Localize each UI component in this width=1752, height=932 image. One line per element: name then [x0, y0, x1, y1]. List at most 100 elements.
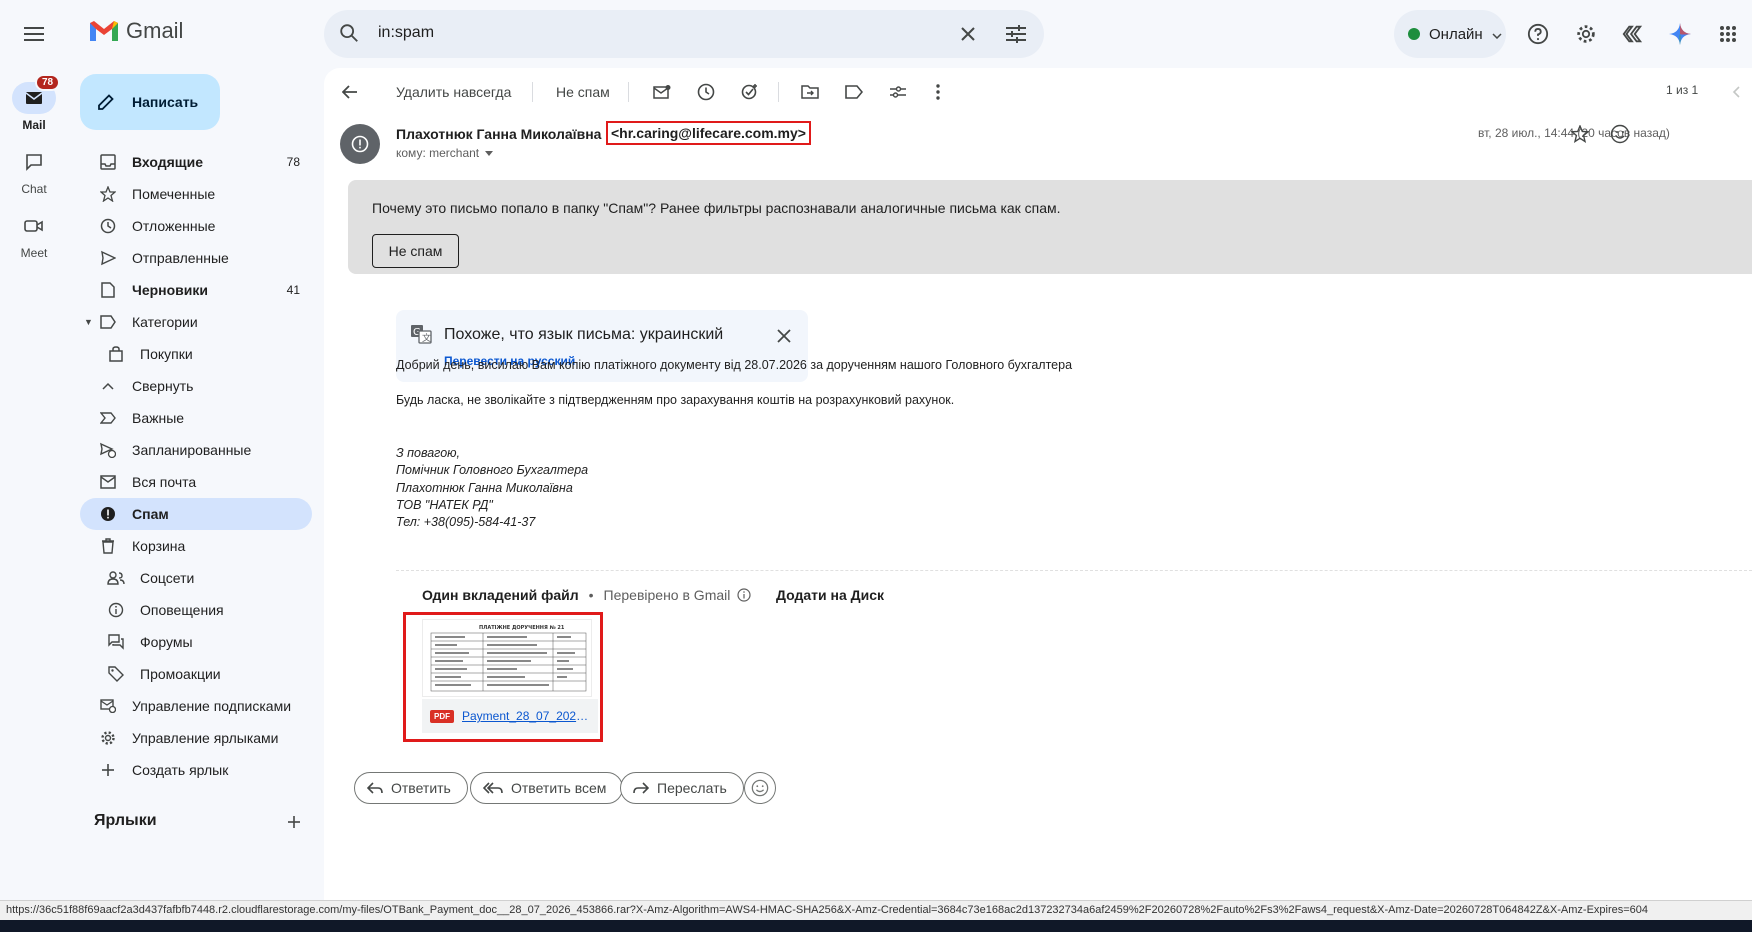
reply-button[interactable]: Ответить	[354, 772, 468, 804]
plus-icon	[98, 760, 118, 780]
send-icon	[98, 248, 118, 268]
gear-icon	[98, 728, 118, 748]
attachment-card[interactable]: ПЛАТІЖНЕ ДОРУЧЕННЯ № 21 PDF Payment_28_0…	[403, 612, 603, 742]
nav-item-purchases[interactable]: Покупки	[80, 338, 312, 370]
separator-dot: •	[588, 587, 594, 603]
gmail-logo-icon	[90, 21, 118, 41]
settings-gear-icon[interactable]	[1570, 18, 1602, 50]
os-taskbar	[0, 920, 1752, 932]
apps-extension-icon[interactable]	[1616, 18, 1648, 50]
online-status-dot	[1408, 28, 1420, 40]
important-icon	[98, 408, 118, 428]
add-label-plus-icon[interactable]	[283, 811, 305, 833]
compose-button[interactable]: Написать	[80, 74, 220, 130]
caret-down-icon[interactable]: ▼	[84, 317, 93, 327]
document-thumbnail: ПЛАТІЖНЕ ДОРУЧЕННЯ № 21	[430, 625, 587, 692]
search-bar[interactable]: in:spam	[324, 10, 1044, 58]
body-paragraph-2: Будь ласка, не зволікайте з підтвердженн…	[396, 393, 955, 407]
nav-item-sent[interactable]: Отправленные	[80, 242, 312, 274]
gmail-logo[interactable]: Gmail	[88, 18, 183, 44]
forward-arrow-icon	[633, 782, 649, 794]
nav-item-categories[interactable]: ▼ Категории	[80, 306, 312, 338]
thumbnail-title: ПЛАТІЖНЕ ДОРУЧЕННЯ № 21	[479, 625, 565, 631]
rail-mail-label: Mail	[22, 118, 46, 132]
nav-label: Свернуть	[132, 378, 194, 394]
attachment-footer[interactable]: PDF Payment_28_07_2026...	[422, 699, 598, 733]
nav-item-manage-subscriptions[interactable]: Управление подписками	[80, 690, 312, 722]
nav-item-social[interactable]: Соцсети	[80, 562, 312, 594]
nav-item-forums[interactable]: Форумы	[80, 626, 312, 658]
chevron-down-icon	[1492, 26, 1502, 42]
help-icon[interactable]	[1522, 18, 1554, 50]
nav-item-collapse[interactable]: Свернуть	[80, 370, 312, 402]
move-to-folder-icon[interactable]	[798, 80, 822, 104]
spam-reason-text: Почему это письмо попало в папку "Спам"?…	[372, 200, 1061, 216]
nav-item-promotions[interactable]: Промоакции	[80, 658, 312, 690]
label-tag-icon[interactable]	[842, 80, 866, 104]
more-vertical-icon[interactable]	[928, 80, 948, 104]
rail-chat[interactable]: Chat	[0, 146, 68, 196]
details-dropdown-icon[interactable]	[485, 150, 494, 156]
nav-label: Вся почта	[132, 474, 197, 490]
search-icon[interactable]	[338, 22, 360, 47]
nav-item-all-mail[interactable]: Вся почта	[80, 466, 312, 498]
nav-count: 41	[286, 283, 300, 297]
search-input[interactable]: in:spam	[378, 24, 434, 42]
emoji-react-icon[interactable]	[744, 772, 776, 804]
nav-label: Спам	[132, 506, 169, 522]
translate-title: Похоже, что язык письма: украинский	[444, 326, 724, 343]
nav-label: Корзина	[132, 538, 186, 554]
nav-label: Соцсети	[140, 570, 195, 586]
compose-label: Написать	[132, 94, 199, 110]
nav-item-starred[interactable]: Помеченные	[80, 178, 312, 210]
sender-name[interactable]: Плахотнюк Ганна Миколаївна	[396, 126, 601, 142]
close-icon[interactable]	[772, 324, 796, 348]
recipient-line[interactable]: кому: merchant	[396, 146, 494, 160]
nav-item-snoozed[interactable]: Отложенные	[80, 210, 312, 242]
reply-all-button[interactable]: Ответить всем	[470, 772, 624, 804]
nav-item-manage-labels[interactable]: Управление ярлыками	[80, 722, 312, 754]
nav-label: Форумы	[140, 634, 193, 650]
nav-label: Категории	[132, 314, 198, 330]
star-message-icon[interactable]	[1568, 122, 1592, 146]
snooze-clock-icon[interactable]	[694, 80, 718, 104]
nav-item-important[interactable]: Важные	[80, 402, 312, 434]
emoji-reaction-icon[interactable]	[1608, 122, 1632, 146]
nav-item-scheduled[interactable]: Запланированные	[80, 434, 312, 466]
add-to-drive-button[interactable]: Додати на Диск	[776, 587, 884, 603]
nav-item-drafts[interactable]: Черновики 41	[80, 274, 312, 306]
mark-unread-icon[interactable]	[650, 80, 674, 104]
attachment-file-name[interactable]: Payment_28_07_2026...	[462, 709, 592, 723]
attachment-preview: ПЛАТІЖНЕ ДОРУЧЕННЯ № 21	[422, 619, 592, 697]
add-to-tasks-icon[interactable]	[738, 80, 762, 104]
clear-search-icon[interactable]	[956, 22, 980, 46]
not-spam-button[interactable]: Не спам	[372, 234, 459, 268]
chat-icon	[26, 154, 42, 171]
not-spam-toolbar-button[interactable]: Не спам	[556, 80, 610, 104]
signature-line: Плахотнюк Ганна Миколаївна	[396, 481, 573, 495]
main-menu-icon[interactable]	[17, 17, 51, 51]
nav-label: Помеченные	[132, 186, 216, 202]
pencil-icon	[98, 94, 114, 110]
nav-item-trash[interactable]: Корзина	[80, 530, 312, 562]
info-icon[interactable]	[737, 588, 751, 602]
labels-section-title: Ярлыки	[94, 812, 157, 829]
filter-messages-icon[interactable]	[886, 80, 910, 104]
gemini-sparkle-icon[interactable]	[1664, 18, 1696, 50]
nav-item-inbox[interactable]: Входящие 78	[80, 146, 312, 178]
status-selector[interactable]: Онлайн	[1394, 10, 1506, 58]
nav-item-updates[interactable]: Оповещения	[80, 594, 312, 626]
delete-forever-button[interactable]: Удалить навсегда	[396, 80, 511, 104]
previous-chevron-icon[interactable]	[1724, 80, 1748, 104]
shopping-bag-icon	[106, 344, 126, 364]
nav-label: Важные	[132, 410, 185, 426]
sender-email[interactable]: <hr.caring@lifecare.com.my>	[606, 121, 811, 145]
nav-item-create-label[interactable]: Создать ярлык	[80, 754, 312, 786]
google-apps-icon[interactable]	[1712, 18, 1744, 50]
rail-mail[interactable]: 78 Mail	[0, 74, 68, 132]
back-arrow-icon[interactable]	[338, 80, 362, 104]
nav-item-spam[interactable]: Спам	[80, 498, 312, 530]
forward-button[interactable]: Переслать	[620, 772, 744, 804]
rail-meet[interactable]: Meet	[0, 210, 68, 260]
search-options-icon[interactable]	[1004, 22, 1028, 46]
